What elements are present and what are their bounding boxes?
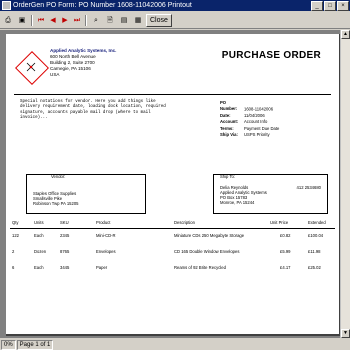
status-bar: 0% Page 1 of 1 xyxy=(0,339,350,350)
toolbar: ⎙ ▣ ⏮ ◀ ▶ ⏭ ⌕ 🗎 ▤ ▦ Close xyxy=(0,12,350,29)
col-extended: Extended xyxy=(308,220,326,225)
row-qty: 122 xyxy=(12,233,19,238)
po-number-label: PO Number: xyxy=(220,100,238,112)
vendor-line: Robinson Twp PA 15205 xyxy=(33,201,79,206)
row-qty: 6 xyxy=(12,265,15,270)
row-unit-price: £4.17 xyxy=(280,265,291,270)
ship-to-phone: 412 2534680 xyxy=(296,185,321,190)
table-header-rule xyxy=(10,228,335,229)
minimize-button[interactable]: _ xyxy=(311,0,323,11)
account-value: Account Info xyxy=(244,119,268,125)
table-header: Qty Units SKU Product Description Unit P… xyxy=(10,220,335,227)
report-viewer-window: OrderGen PO Form: PO Number 1608-1104200… xyxy=(0,0,350,350)
title-bar: OrderGen PO Form: PO Number 1608-1104200… xyxy=(0,0,350,11)
print-setup-icon[interactable]: ▣ xyxy=(16,14,28,27)
zoom-status: 0% xyxy=(1,339,16,350)
maximize-button[interactable]: □ xyxy=(324,0,336,11)
scroll-down-icon[interactable]: ▼ xyxy=(341,329,350,338)
ship-to-label: Ship To: xyxy=(220,174,236,179)
vendor-instructions: Special notations for vendor. Here you a… xyxy=(20,100,166,120)
first-page-icon[interactable]: ⏮ xyxy=(36,15,46,26)
company-address: Applied Analytic Systems, Inc. 600 North… xyxy=(50,48,116,78)
vertical-scrollbar[interactable]: ▲ ▼ xyxy=(340,30,350,338)
row-units: Dozen xyxy=(34,249,47,254)
terms-value: Payment Due Date xyxy=(244,125,280,131)
row-sku: 8765 xyxy=(60,249,70,254)
col-qty: Qty xyxy=(12,220,19,225)
ship-to-line: Monroe, PA 15244 xyxy=(220,200,255,205)
close-button[interactable]: Close xyxy=(146,13,172,27)
last-page-icon[interactable]: ⏭ xyxy=(72,15,82,26)
close-window-button[interactable]: × xyxy=(337,0,349,11)
logo-mark-icon xyxy=(26,62,36,72)
row-extended: £100.04 xyxy=(308,233,324,238)
toolbar-separator xyxy=(31,14,33,26)
app-icon xyxy=(2,1,11,10)
document-viewer[interactable]: Applied Analytic Systems, Inc. 600 North… xyxy=(0,30,350,338)
row-product: Paper xyxy=(96,265,108,270)
vendor-box: Vendor: Staples Office Supplies Smallsvi… xyxy=(26,174,146,214)
row-product: Mini-CD-R xyxy=(96,233,116,238)
vendor-address: Staples Office Supplies Smallsville Pike… xyxy=(33,191,78,206)
row-units: Each xyxy=(34,265,44,270)
prev-page-icon[interactable]: ◀ xyxy=(48,15,58,26)
zoom-icon[interactable]: ▦ xyxy=(132,14,144,27)
row-qty: 2 xyxy=(12,249,15,254)
po-number-value: 1608-11042006 xyxy=(244,106,274,112)
col-product: Product xyxy=(96,220,111,225)
line-items-table: Qty Units SKU Product Description Unit P… xyxy=(10,220,335,281)
ship-via-label: Ship Via: xyxy=(220,132,238,138)
divider xyxy=(14,94,331,95)
export-icon[interactable]: 🗎 xyxy=(104,14,116,27)
ship-to-box: Ship To: Delia Reynolds Applied Analytic… xyxy=(213,174,328,214)
date-value: 11/04/2006 xyxy=(244,112,265,118)
page-status: Page 1 of 1 xyxy=(16,339,54,350)
col-sku: SKU xyxy=(60,220,69,225)
table-row: 6 Each 3445 Paper Reams of 92 Brite Recy… xyxy=(10,265,335,281)
col-description: Description xyxy=(174,220,195,225)
row-sku: 3445 xyxy=(60,265,70,270)
window-title: OrderGen PO Form: PO Number 1608-1104200… xyxy=(13,2,192,9)
next-page-icon[interactable]: ▶ xyxy=(60,15,70,26)
col-unit-price: Unit Price xyxy=(270,220,289,225)
ship-via-value: USPS Priority xyxy=(244,132,270,138)
row-units: Each xyxy=(34,233,44,238)
po-field-row: PO Number: 1608-11042006 xyxy=(220,100,279,113)
scroll-up-icon[interactable]: ▲ xyxy=(341,30,350,39)
row-extended: £25.02 xyxy=(308,265,321,270)
toolbar-separator xyxy=(85,14,87,26)
row-unit-price: £5.99 xyxy=(280,249,291,254)
print-icon[interactable]: ⎙ xyxy=(2,14,14,27)
save-icon[interactable]: ▤ xyxy=(118,14,130,27)
row-product: Envelopes xyxy=(96,249,116,254)
row-description: Reams of 92 Brite Recycled xyxy=(174,265,226,270)
company-country: USA xyxy=(50,72,60,77)
po-fields: PO Number: 1608-11042006 Date: 11/04/2006 … xyxy=(220,100,279,138)
find-icon[interactable]: ⌕ xyxy=(90,14,102,27)
report-page: Applied Analytic Systems, Inc. 600 North… xyxy=(6,34,341,336)
document-title: PURCHASE ORDER xyxy=(221,50,321,61)
vendor-label: Vendor: xyxy=(51,174,66,179)
po-field-row: Ship Via: USPS Priority xyxy=(220,132,279,138)
row-description: CD 165 Double Window Envelopes xyxy=(174,249,240,254)
row-extended: £11.98 xyxy=(308,249,321,254)
ship-to-address: Delia Reynolds Applied Analytic Systems … xyxy=(220,185,267,205)
row-sku: 2345 xyxy=(60,233,70,238)
table-row: 122 Each 2345 Mini-CD-R Miniature CDs 25… xyxy=(10,233,335,249)
col-units: Units xyxy=(34,220,44,225)
row-unit-price: £0.82 xyxy=(280,233,291,238)
row-description: Miniature CDs 250 Megabyte Storage xyxy=(174,233,245,238)
table-row: 2 Dozen 8765 Envelopes CD 165 Double Win… xyxy=(10,249,335,265)
